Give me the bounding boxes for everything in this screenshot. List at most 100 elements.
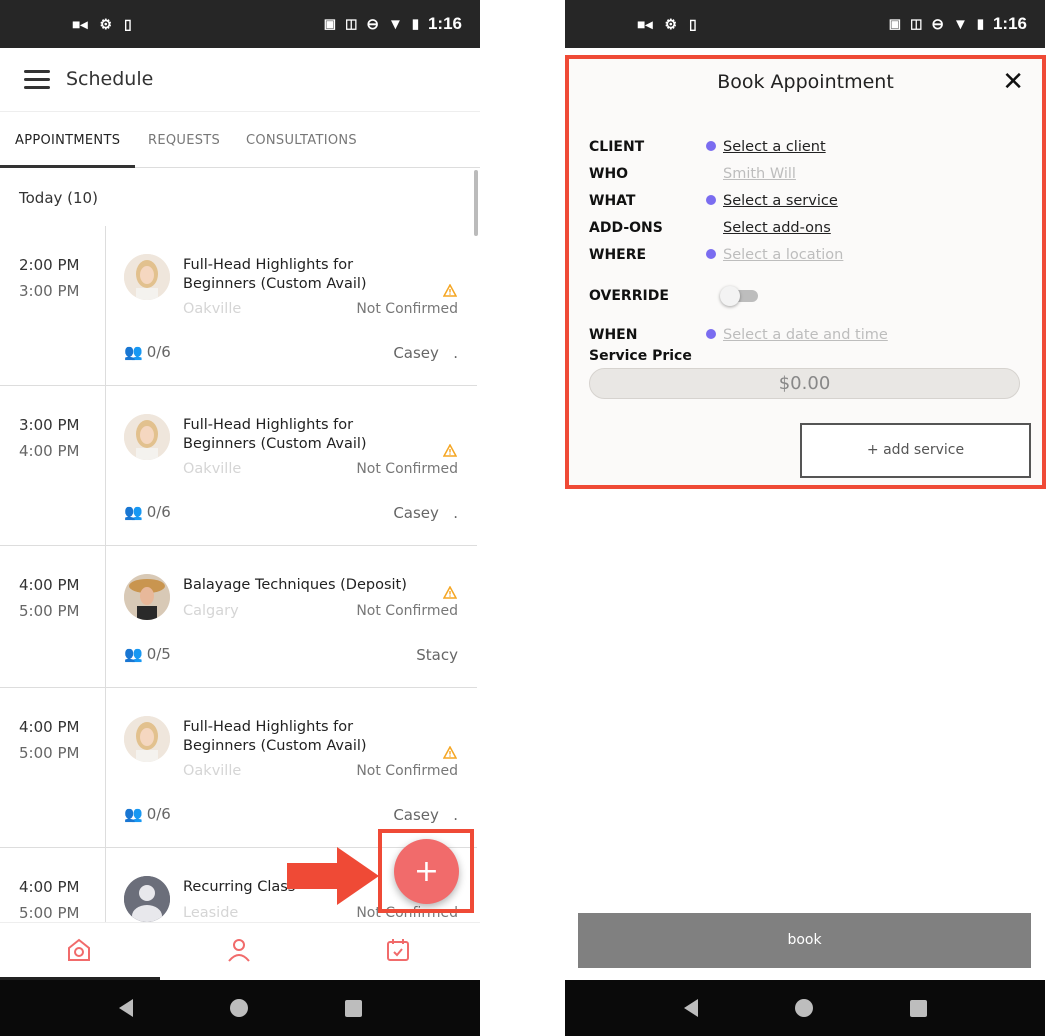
appointment-card[interactable]: 4:00 PM 5:00 PM Full-Head Highlights for… [0, 688, 477, 848]
battery-icon: ▮ [411, 16, 419, 31]
screenshot-icon: ▯ [689, 15, 697, 32]
more-indicator: . [453, 504, 458, 522]
home-button-icon[interactable] [229, 999, 248, 1017]
screenshot-icon: ▯ [124, 15, 132, 32]
warning-icon [443, 746, 457, 759]
staff-name: Casey . [393, 504, 458, 522]
system-nav-bar [0, 980, 480, 1036]
group-icon: 👥 [124, 645, 143, 663]
status-label: Not Confirmed [356, 301, 458, 317]
book-button[interactable]: book [578, 913, 1031, 968]
warning-icon [443, 444, 457, 457]
capacity: 👥 0/6 [124, 503, 171, 521]
dnd-icon: ⊖ [366, 16, 379, 33]
capacity-count: 0/5 [146, 645, 171, 663]
staff-name: Casey . [393, 806, 458, 824]
service-name: Full-Head Highlights for Beginners (Cust… [183, 417, 367, 452]
staff-label: Casey [393, 806, 439, 824]
calendar-icon[interactable] [385, 937, 411, 967]
avatar [124, 876, 170, 922]
location: Oakville [183, 461, 242, 477]
menu-icon[interactable] [24, 70, 50, 90]
service-name: Balayage Techniques (Deposit) [183, 577, 407, 593]
arrow-icon [287, 847, 379, 905]
status-label: Not Confirmed [356, 603, 458, 619]
tab-consultations[interactable]: CONSULTATIONS [246, 133, 357, 148]
location: Oakville [183, 301, 242, 317]
back-icon[interactable] [683, 999, 698, 1017]
status-bar: ■◂ ⚙ ▯ ▣ ◫ ⊖ ▼ ▮ 1:16 [565, 0, 1045, 48]
avatar [124, 716, 170, 762]
staff-name: Stacy [416, 646, 458, 664]
wifi-icon: ▼ [952, 15, 968, 33]
dnd-icon: ⊖ [931, 16, 944, 33]
page-title: Schedule [66, 68, 154, 90]
status-label: Not Confirmed [356, 461, 458, 477]
location: Leaside [183, 905, 239, 921]
capacity-count: 0/6 [146, 805, 171, 823]
appointment-card[interactable]: 2:00 PM 3:00 PM Full-Head Highlights for… [0, 226, 477, 386]
status-time: 1:16 [427, 14, 462, 33]
video-icon: ■◂ [72, 15, 88, 32]
warning-icon [443, 284, 457, 297]
app-header: Schedule [0, 48, 480, 112]
status-bar: ■◂ ⚙ ▯ ▣ ◫ ⊖ ▼ ▮ 1:16 [0, 0, 480, 48]
capacity: 👥 0/6 [124, 343, 171, 361]
end-time: 5:00 PM [19, 744, 80, 762]
group-icon: 👥 [124, 343, 143, 361]
group-icon: 👥 [124, 805, 143, 823]
system-nav-bar [565, 980, 1045, 1036]
staff-name: Casey . [393, 344, 458, 362]
tab-requests[interactable]: REQUESTS [148, 133, 220, 148]
highlight-box [378, 829, 474, 913]
back-icon[interactable] [118, 999, 133, 1017]
staff-label: Casey [393, 344, 439, 362]
more-indicator: . [453, 344, 458, 362]
end-time: 5:00 PM [19, 904, 80, 922]
capacity-count: 0/6 [146, 503, 171, 521]
schedule-screen: ■◂ ⚙ ▯ ▣ ◫ ⊖ ▼ ▮ 1:16 Schedule APPOINTME… [0, 0, 480, 1036]
vibrate-icon: ◫ [345, 16, 358, 31]
start-time: 4:00 PM [19, 576, 80, 594]
active-tab-indicator [0, 165, 135, 168]
capacity: 👥 0/6 [124, 805, 171, 823]
staff-label: Casey [393, 504, 439, 522]
home-icon[interactable] [66, 937, 92, 967]
group-icon: 👥 [124, 503, 143, 521]
service-name: Full-Head Highlights for Beginners (Cust… [183, 257, 367, 292]
start-time: 2:00 PM [19, 256, 80, 274]
service-name: Full-Head Highlights for Beginners (Cust… [183, 719, 367, 754]
start-time: 3:00 PM [19, 416, 80, 434]
settings-icon: ⚙ [664, 15, 678, 32]
status-time: 1:16 [992, 14, 1027, 33]
warning-icon [443, 586, 457, 599]
home-button-icon[interactable] [794, 999, 813, 1017]
wifi-icon: ▼ [387, 15, 403, 33]
tab-appointments[interactable]: APPOINTMENTS [15, 133, 120, 148]
profile-icon[interactable] [226, 937, 252, 967]
avatar [124, 414, 170, 460]
recents-icon[interactable] [909, 999, 927, 1017]
vibrate-icon: ◫ [910, 16, 923, 31]
start-time: 4:00 PM [19, 718, 80, 736]
settings-icon: ⚙ [99, 15, 113, 32]
end-time: 3:00 PM [19, 282, 80, 300]
appointment-card[interactable]: 3:00 PM 4:00 PM Full-Head Highlights for… [0, 386, 477, 546]
start-time: 4:00 PM [19, 878, 80, 896]
highlight-box [565, 55, 1046, 489]
end-time: 5:00 PM [19, 602, 80, 620]
capacity-count: 0/6 [146, 343, 171, 361]
location: Calgary [183, 603, 239, 619]
capacity: 👥 0/5 [124, 645, 171, 663]
schedule-tabs: APPOINTMENTS REQUESTS CONSULTATIONS [0, 112, 480, 168]
end-time: 4:00 PM [19, 442, 80, 460]
avatar [124, 254, 170, 300]
recents-icon[interactable] [344, 999, 362, 1017]
avatar [124, 574, 170, 620]
video-icon: ■◂ [637, 15, 653, 32]
location: Oakville [183, 763, 242, 779]
status-label: Not Confirmed [356, 763, 458, 779]
cast-icon: ▣ [888, 16, 902, 31]
appointment-card[interactable]: 4:00 PM 5:00 PM Balayage Techniques (Dep… [0, 546, 477, 688]
cast-icon: ▣ [323, 16, 337, 31]
